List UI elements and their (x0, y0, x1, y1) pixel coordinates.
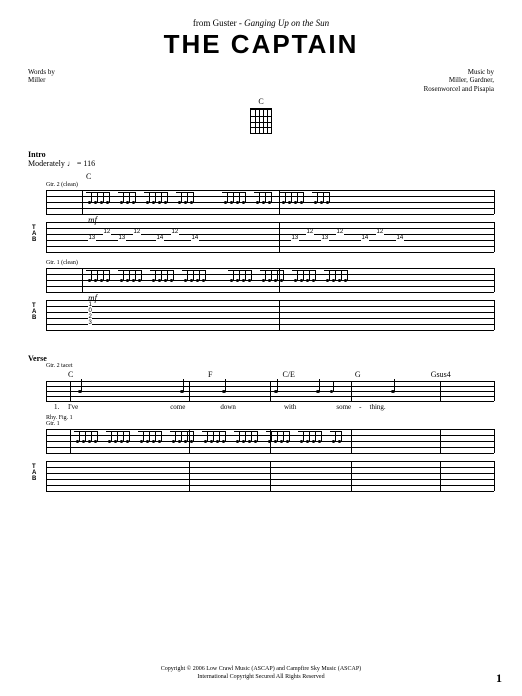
chord-c: C (68, 370, 88, 379)
verse-chords-row: C F C/E G Gsus4 (68, 370, 494, 379)
lyric-num: 1. (54, 403, 68, 411)
copyright-line-1: Copyright © 2006 Low Crawl Music (ASCAP)… (0, 666, 522, 674)
staff-notation: mf (46, 190, 494, 214)
note-icon (330, 390, 333, 393)
words-by: Miller (28, 76, 55, 84)
chord-grid-icon (250, 108, 272, 134)
credits: Words by Miller Music by Miller, Gardner… (28, 68, 494, 93)
lyrics-row: 1. I've come down with some - thing. (54, 403, 494, 411)
words-credit: Words by Miller (28, 68, 55, 93)
tab-marker: T A B (32, 303, 36, 321)
note-icon (78, 390, 82, 393)
tab-marker: T A B (32, 225, 36, 243)
copyright-footer: Copyright © 2006 Low Crawl Music (ASCAP)… (0, 666, 522, 682)
tab-staff: T A B (46, 461, 494, 491)
music-label: Music by (424, 68, 494, 76)
intro-gtr1-system: Gtr. 1 (clean) mf (28, 260, 494, 330)
chord-name: C (28, 97, 494, 106)
tab-staff: T A B 1 0 2 3 (46, 300, 494, 330)
chord-diagram-c: C (28, 97, 494, 134)
chord-gsus4: Gsus4 (431, 370, 451, 379)
note-icon (180, 390, 184, 393)
lyric-word: come (170, 403, 185, 411)
tab-numbers: 1 0 2 3 (46, 300, 494, 330)
notes-row (46, 429, 494, 453)
vocal-notes (46, 381, 494, 401)
intro-gtr2-system: C Gtr. 2 (clean) mf (28, 172, 494, 252)
song-title: THE CAPTAIN (28, 29, 494, 60)
note-icon (274, 390, 278, 393)
notes-row (46, 190, 494, 214)
tab-staff: T A B 13 12 13 12 14 12 14 13 12 13 12 1… (46, 222, 494, 252)
lyric-word: some (336, 403, 351, 411)
music-by-1: Miller, Gardner, (424, 76, 494, 84)
page-number: 1 (496, 671, 502, 686)
album-name: Ganging Up on the Sun (244, 18, 329, 28)
staff-notation (46, 429, 494, 453)
gtr2-tacet: Gtr. 2 tacet (46, 363, 494, 369)
lyric-word: I've (68, 403, 78, 411)
chord-c: C (86, 172, 494, 181)
note-icon (316, 390, 320, 393)
lyric-word: with (284, 403, 296, 411)
lyric-word: thing. (370, 403, 386, 411)
note-icon (222, 390, 226, 393)
music-by-2: Rosenworcel and Pisapia (424, 85, 494, 93)
words-label: Words by (28, 68, 55, 76)
copyright-line-2: International Copyright Secured All Righ… (0, 674, 522, 682)
lyric-word: down (220, 403, 236, 411)
sheet-music-page: from Guster - Ganging Up on the Sun THE … (0, 0, 522, 696)
verse-label: Verse (28, 354, 494, 363)
gtr1-label: Gtr. 1 (clean) (46, 260, 494, 266)
from-line: from Guster - Ganging Up on the Sun (28, 18, 494, 28)
gtr1-label: Gtr. 1 (46, 421, 494, 427)
chord-c-e: C/E (282, 370, 294, 379)
note-icon (391, 390, 395, 393)
vocal-staff (46, 381, 494, 401)
gtr2-label: Gtr. 2 (clean) (46, 182, 494, 188)
intro-label: Intro (28, 150, 494, 159)
tab-marker: T A B (32, 464, 36, 482)
from-prefix: from Guster - (193, 18, 244, 28)
tab-numbers: 13 12 13 12 14 12 14 13 12 13 12 14 12 1… (46, 222, 494, 252)
notes-row (46, 268, 494, 292)
staff-notation: mf (46, 268, 494, 292)
tempo-marking: Moderately ♩ = 116 (28, 159, 494, 168)
music-credit: Music by Miller, Gardner, Rosenworcel an… (424, 68, 494, 93)
